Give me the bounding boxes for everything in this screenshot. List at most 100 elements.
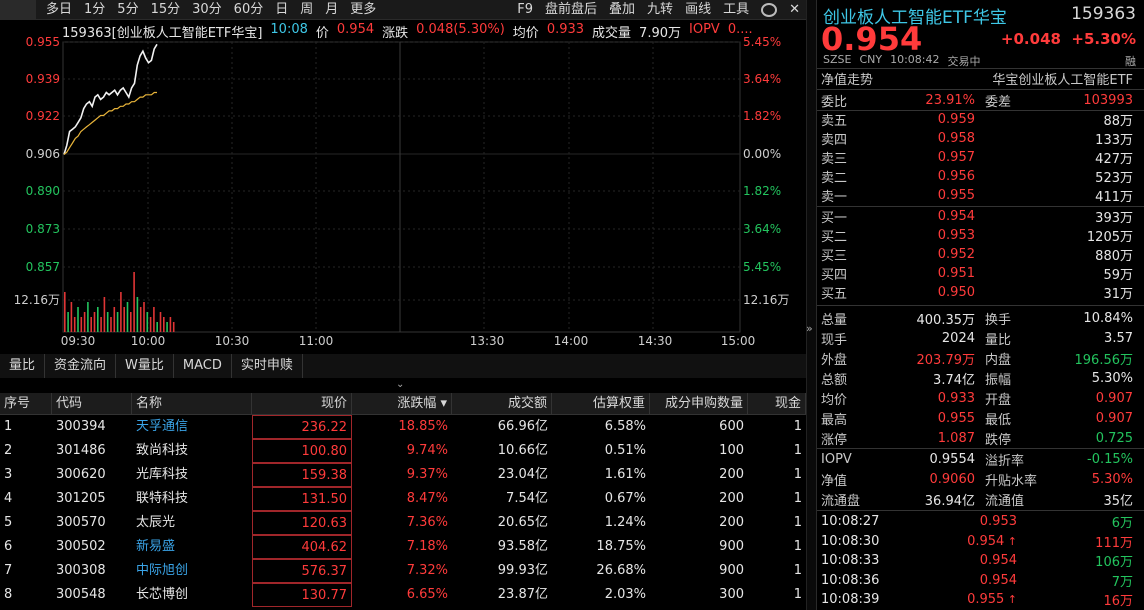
period-tab[interactable]: 60分 <box>228 0 270 20</box>
period-tab[interactable]: 多日 <box>40 0 78 20</box>
column-header[interactable]: 成交额 <box>452 393 552 414</box>
indicator-tab[interactable]: 资金流向 <box>45 354 117 378</box>
volume-bar <box>80 317 83 332</box>
book-row[interactable]: 买三 0.952 880万 <box>817 245 1139 264</box>
cell-pct: 7.32% <box>406 563 448 578</box>
book-volume: 88万 <box>1103 114 1133 129</box>
table-row[interactable]: 4 301205 联特科技 131.50 8.47% 7.54亿 0.67% 200 1 <box>0 487 806 511</box>
toolbar-item[interactable]: 画线 <box>679 0 717 20</box>
table-row[interactable]: 1 300394 天孚通信 236.22 18.85% 66.96亿 6.58% 600 1 <box>0 415 806 439</box>
column-header[interactable]: 现价 <box>252 393 352 414</box>
close-icon[interactable]: ✕ <box>783 0 806 20</box>
period-tab[interactable]: 15分 <box>145 0 187 20</box>
volume-bar <box>126 302 129 332</box>
cell-name: 长芯博创 <box>136 587 189 602</box>
x-tick-label: 13:30 <box>470 334 505 348</box>
stat-row: 总额 3.74亿 振幅 5.30% <box>817 369 1139 388</box>
column-header[interactable]: 涨跌幅 ▾ <box>352 393 452 414</box>
column-header[interactable]: 现金 <box>748 393 806 414</box>
fund-name: 华宝创业板人工智能ETF <box>992 73 1133 88</box>
column-header[interactable]: 成分申购数量 <box>650 393 748 414</box>
book-label: 卖三 <box>821 152 848 167</box>
period-tab[interactable]: 日 <box>269 0 294 20</box>
period-tab[interactable]: 1分 <box>78 0 111 20</box>
column-header[interactable]: 名称 <box>132 393 252 414</box>
stat-label: 总量 <box>821 313 848 328</box>
cell-price: 404.62 <box>252 535 352 559</box>
stat-value: 400.35万 <box>916 313 976 328</box>
toolbar-item[interactable]: 九转 <box>641 0 679 20</box>
book-volume: 523万 <box>1095 171 1133 186</box>
indicator-tab[interactable]: MACD <box>174 354 232 378</box>
cell-code: 301205 <box>56 491 106 506</box>
period-tab[interactable]: 5分 <box>111 0 144 20</box>
toolbar-item[interactable]: 工具 <box>717 0 755 20</box>
book-row[interactable]: 卖二 0.956 523万 <box>817 167 1139 186</box>
cell-w: 0.67% <box>604 491 646 506</box>
book-row[interactable]: 卖四 0.958 133万 <box>817 129 1139 148</box>
volume-bar <box>106 312 109 332</box>
volume-bar <box>73 317 76 332</box>
y-tick-label-right: 1.82% <box>743 109 781 123</box>
toolbar-item[interactable]: 叠加 <box>603 0 641 20</box>
table-row[interactable]: 3 300620 光库科技 159.38 9.37% 23.04亿 1.61% 200 1 <box>0 463 806 487</box>
book-volume: 1205万 <box>1086 230 1133 245</box>
book-volume: 880万 <box>1095 249 1133 264</box>
book-row[interactable]: 卖五 0.959 88万 <box>817 110 1139 129</box>
indicator-tab[interactable]: 量比 <box>0 354 46 378</box>
book-row[interactable]: 卖三 0.957 427万 <box>817 148 1139 167</box>
chart-frame <box>62 41 741 333</box>
stat-value: 1.087 <box>937 431 975 446</box>
toolbar-item[interactable]: 盘前盘后 <box>539 0 603 20</box>
book-row[interactable]: 买四 0.951 59万 <box>817 264 1139 283</box>
indicator-tabs: 量比 资金流向 W量比 MACD 实时申赎 <box>0 354 806 378</box>
period-tab[interactable]: 周 <box>294 0 319 20</box>
intraday-chart[interactable]: 0.955 5.45% 0.939 3.64% 0.922 1.82% 0.906 0.00%… <box>0 20 806 350</box>
table-row[interactable]: 8 300548 长芯博创 130.77 6.65% 23.87亿 2.03% 300 1 <box>0 583 806 607</box>
table-row[interactable]: 5 300570 太辰光 120.63 7.36% 20.65亿 1.24% 200 1 <box>0 511 806 535</box>
margin-badge: 融 <box>1125 55 1136 68</box>
cell-qty: 600 <box>719 419 744 434</box>
book-row[interactable]: 买二 0.953 1205万 <box>817 226 1139 245</box>
volume-bar <box>139 307 142 332</box>
cell-qty: 200 <box>719 515 744 530</box>
table-row[interactable]: 7 300308 中际旭创 576.37 7.32% 99.93亿 26.68% 900 1 <box>0 559 806 583</box>
tick-price-wrap: 0.954 ↑ <box>917 534 1017 549</box>
stat-value: 0.907 <box>1095 391 1133 406</box>
netval-label[interactable]: 净值走势 <box>817 69 937 88</box>
column-header[interactable]: 代码 <box>52 393 132 414</box>
y-tick-label-right: 3.64% <box>743 222 781 236</box>
book-row[interactable]: 卖一 0.955 411万 <box>817 186 1139 205</box>
table-row[interactable]: 2 301486 致尚科技 100.80 9.74% 10.66亿 0.51% 100 1 <box>0 439 806 463</box>
netval-row[interactable]: 净值走势 华宝创业板人工智能ETF <box>817 69 1139 88</box>
table-header: 序号 代码 名称 现价 涨跌幅 ▾ 成交额 估算权重 成分申购数量 现金 <box>0 393 806 415</box>
book-label: 买二 <box>821 230 848 245</box>
chevron-right-icon[interactable]: » <box>806 322 813 335</box>
period-tab[interactable]: 更多 <box>344 0 382 20</box>
book-row[interactable]: 买一 0.954 393万 <box>817 207 1139 226</box>
cell-pct: 7.18% <box>406 539 448 554</box>
toolbar-stub <box>0 0 36 20</box>
chart-price: 0.954 <box>336 22 375 37</box>
cell-price: 576.37 <box>252 559 352 583</box>
panel-splitter[interactable] <box>806 0 816 610</box>
volume-bar <box>97 307 99 332</box>
column-header[interactable]: 估算权重 <box>552 393 650 414</box>
chevron-down-icon[interactable]: ⌄ <box>396 379 404 390</box>
table-row[interactable]: 6 300502 新易盛 404.62 7.18% 93.58亿 18.75% 900 1 <box>0 535 806 559</box>
indicator-tab[interactable]: W量比 <box>116 354 174 378</box>
gear-icon[interactable] <box>761 3 778 17</box>
column-header[interactable]: 序号 <box>0 393 52 414</box>
period-tab[interactable]: 月 <box>319 0 344 20</box>
period-tab[interactable]: 30分 <box>186 0 228 20</box>
y-tick-label: 0.857 <box>26 260 60 274</box>
table-body: 1 300394 天孚通信 236.22 18.85% 66.96亿 6.58% 600 1 2 3… <box>0 415 806 607</box>
book-volume: 427万 <box>1095 152 1133 167</box>
indicator-tab[interactable]: 实时申赎 <box>232 354 303 378</box>
chart-canvas[interactable]: 0.955 5.45% 0.939 3.64% 0.922 1.82% 0.906 0.00%… <box>0 20 806 354</box>
book-price: 0.958 <box>937 131 975 146</box>
volume-bar <box>153 307 155 332</box>
toolbar-item[interactable]: F9 <box>511 0 539 20</box>
book-row[interactable]: 买五 0.950 31万 <box>817 283 1139 302</box>
cell-amt: 23.04亿 <box>497 467 548 482</box>
